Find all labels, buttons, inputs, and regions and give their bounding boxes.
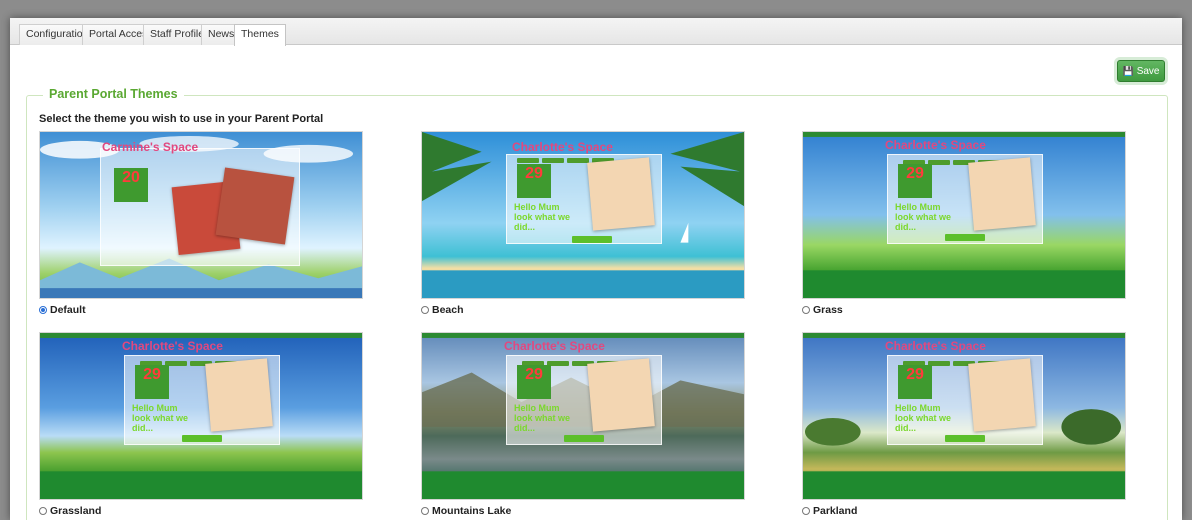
radio-button[interactable]: [421, 507, 429, 515]
radio-button[interactable]: [802, 306, 810, 314]
theme-preview-grass: Charlotte's Space 29 Hello Mum look what…: [802, 131, 1126, 299]
preview-site-title: Carmine's Space: [102, 140, 199, 154]
preview-site-title: Charlotte's Space: [122, 339, 223, 353]
preview-site-title: Charlotte's Space: [885, 339, 986, 353]
theme-radio-grassland[interactable]: Grassland: [39, 505, 101, 517]
save-icon: 💾: [1122, 66, 1134, 76]
theme-option-default[interactable]: Carmine's Space 20 Default: [39, 131, 363, 321]
save-label: Save: [1136, 66, 1160, 77]
tab-themes[interactable]: Themes: [234, 24, 286, 46]
theme-label: Grass: [813, 304, 843, 316]
preview-hello-text: Hello Mum look what we did...: [895, 202, 952, 232]
theme-option-mountains-lake[interactable]: Charlotte's Space 29 Hello Mum look what…: [421, 332, 745, 520]
preview-date-tile: 20: [114, 168, 148, 202]
section-legend: Parent Portal Themes: [43, 87, 184, 101]
preview-button: [182, 435, 222, 442]
theme-preview-beach: Charlotte's Space 29 Hello Mum look what…: [421, 131, 745, 299]
theme-preview-parkland: Charlotte's Space 29 Hello Mum look what…: [802, 332, 1126, 500]
preview-site-title: Charlotte's Space: [504, 339, 605, 353]
theme-label: Mountains Lake: [432, 505, 512, 517]
preview-hello-text: Hello Mum look what we did...: [895, 403, 952, 433]
theme-preview-grassland: Charlotte's Space 29 Hello Mum look what…: [39, 332, 363, 500]
theme-option-grass[interactable]: Charlotte's Space 29 Hello Mum look what…: [802, 131, 1126, 321]
radio-button[interactable]: [802, 507, 810, 515]
preview-date-tile: 29: [135, 365, 169, 399]
preview-hello-text: Hello Mum look what we did...: [514, 202, 571, 232]
preview-photo: [215, 167, 295, 245]
radio-button[interactable]: [421, 306, 429, 314]
preview-hello-text: Hello Mum look what we did...: [132, 403, 189, 433]
theme-option-parkland[interactable]: Charlotte's Space 29 Hello Mum look what…: [802, 332, 1126, 520]
preview-photo: [587, 157, 655, 231]
theme-radio-mountains-lake[interactable]: Mountains Lake: [421, 505, 511, 517]
save-button[interactable]: 💾 Save: [1117, 60, 1165, 82]
theme-option-grassland[interactable]: Charlotte's Space 29 Hello Mum look what…: [39, 332, 363, 520]
preview-date-tile: 29: [898, 164, 932, 198]
theme-radio-beach[interactable]: Beach: [421, 304, 464, 316]
radio-button[interactable]: [39, 306, 47, 314]
preview-hello-text: Hello Mum look what we did...: [514, 403, 571, 433]
preview-photo: [968, 157, 1036, 231]
theme-label: Grassland: [50, 505, 102, 517]
theme-radio-grass[interactable]: Grass: [802, 304, 843, 316]
theme-label: Beach: [432, 304, 464, 316]
theme-preview-default: Carmine's Space 20: [39, 131, 363, 299]
preview-button: [564, 435, 604, 442]
preview-date-tile: 29: [517, 365, 551, 399]
preview-photo: [587, 358, 655, 432]
preview-site-title: Charlotte's Space: [885, 138, 986, 152]
theme-preview-mountains-lake: Charlotte's Space 29 Hello Mum look what…: [421, 332, 745, 500]
radio-button[interactable]: [39, 507, 47, 515]
theme-label: Default: [50, 304, 86, 316]
preview-button: [945, 435, 985, 442]
preview-date-tile: 29: [517, 164, 551, 198]
theme-instruction: Select the theme you wish to use in your…: [39, 113, 324, 125]
tab-bar: Configuration Portal Access Staff Profil…: [10, 18, 1182, 46]
theme-radio-parkland[interactable]: Parkland: [802, 505, 857, 517]
preview-button: [572, 236, 612, 243]
preview-date-tile: 29: [898, 365, 932, 399]
theme-radio-default[interactable]: Default: [39, 304, 86, 316]
theme-label: Parkland: [813, 505, 858, 517]
settings-window: Configuration Portal Access Staff Profil…: [10, 18, 1182, 520]
preview-button: [945, 234, 985, 241]
preview-photo: [968, 358, 1036, 432]
theme-option-beach[interactable]: Charlotte's Space 29 Hello Mum look what…: [421, 131, 745, 321]
preview-photo: [205, 358, 273, 432]
